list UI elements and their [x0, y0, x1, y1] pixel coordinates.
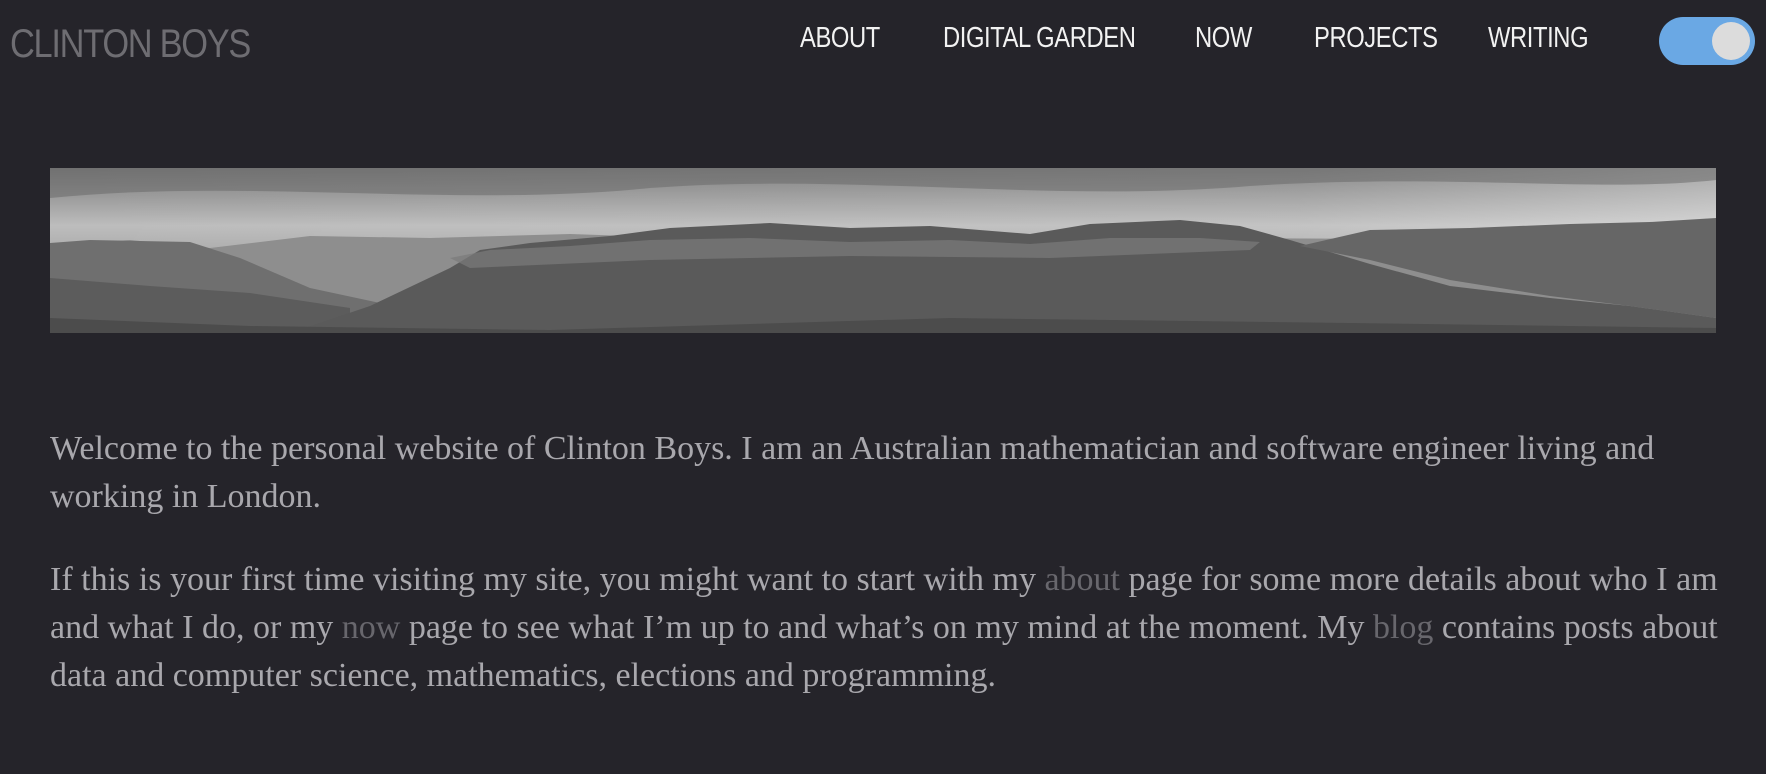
nav-link-writing[interactable]: WRITING — [1488, 22, 1589, 55]
mountain-landscape-icon — [50, 168, 1716, 333]
nav-link-now[interactable]: NOW — [1195, 22, 1252, 55]
site-header: CLINTON BOYS ABOUT DIGITAL GARDEN NOW PR… — [0, 0, 1766, 90]
nav-link-projects[interactable]: PROJECTS — [1314, 22, 1438, 55]
now-link[interactable]: now — [342, 609, 401, 646]
intro-paragraph: Welcome to the personal website of Clint… — [50, 430, 1655, 515]
nav-link-digital-garden[interactable]: DIGITAL GARDEN — [943, 22, 1136, 55]
about-link[interactable]: about — [1044, 561, 1120, 598]
intro-content: Welcome to the personal website of Clint… — [50, 425, 1730, 735]
hero-banner — [50, 168, 1716, 333]
theme-toggle[interactable] — [1659, 17, 1755, 65]
links-paragraph: If this is your first time visiting my s… — [50, 561, 1718, 694]
blog-link[interactable]: blog — [1373, 609, 1433, 646]
nav-link-about[interactable]: ABOUT — [800, 22, 880, 55]
toggle-knob — [1712, 22, 1750, 60]
site-title[interactable]: CLINTON BOYS — [10, 22, 251, 67]
